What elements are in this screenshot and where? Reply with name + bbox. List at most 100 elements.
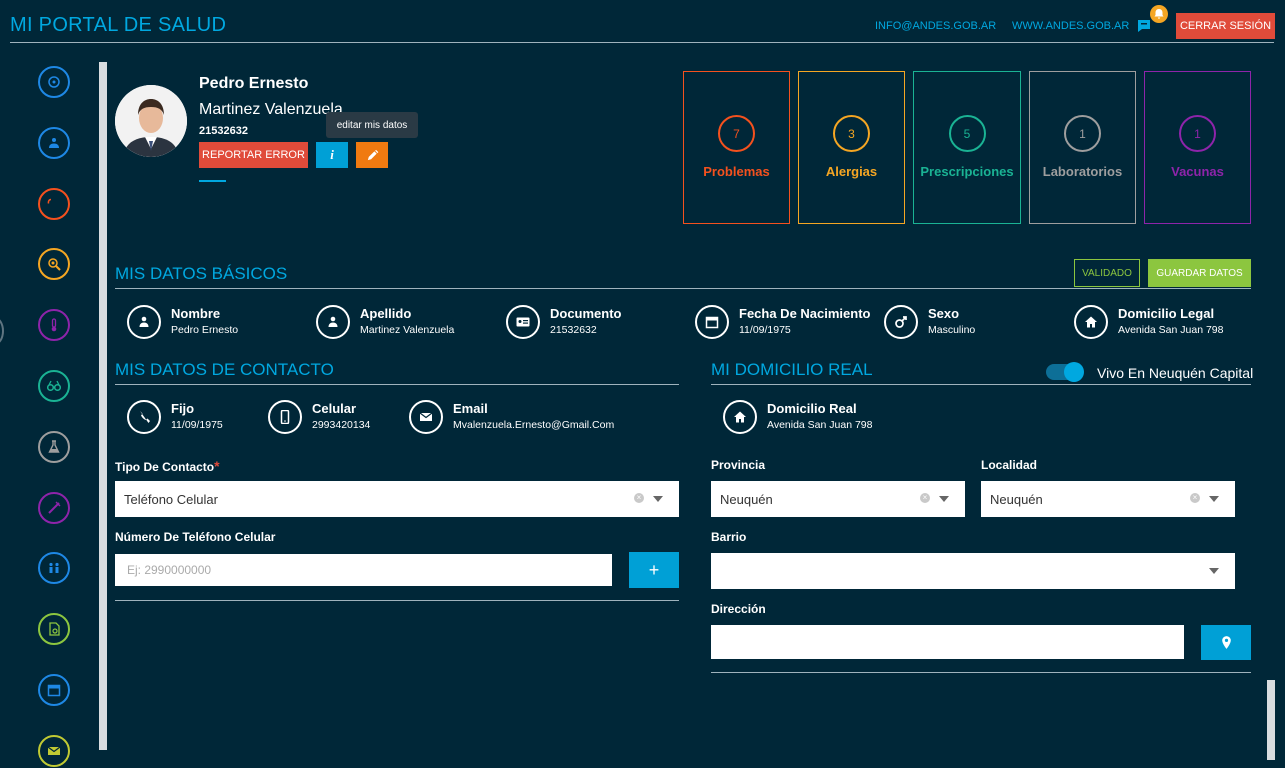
thermometer-icon [47,318,61,332]
barrio-select[interactable] [711,553,1235,589]
sidebar-item-flask[interactable] [38,430,70,463]
profile-tab-indicator [199,180,226,182]
save-data-button[interactable]: GUARDAR DATOS [1148,259,1251,287]
sidebar-item-home[interactable] [38,66,70,98]
envelope-icon [409,400,443,434]
id-card-icon [506,305,540,339]
chevron-down-icon[interactable] [1209,496,1219,502]
bell-icon[interactable] [1150,5,1168,23]
web-link[interactable]: WWW.ANDES.GOB.AR [1012,20,1129,32]
sidebar-item-calendar[interactable] [38,674,70,706]
syringe-icon [47,501,61,515]
locality-value: Neuquén [990,492,1043,507]
province-select[interactable]: Neuquén × [711,481,965,517]
address-title: MI DOMICILIO REAL [711,360,873,379]
sidebar-toggle-handle[interactable] [0,317,4,345]
info-key: Fecha De Nacimiento [739,306,871,321]
stat-card-vacunas[interactable]: 1 Vacunas [1144,71,1251,224]
real-address-value: Avenida San Juan 798 [767,419,873,431]
sidebar-item-brain[interactable] [38,187,70,220]
stat-card-problemas[interactable]: 7 Problemas [683,71,790,224]
contact-data-divider [115,384,679,385]
person-icon [127,305,161,339]
toggle-label: Vivo En Neuquén Capital [1097,365,1254,381]
locality-select[interactable]: Neuquén × [981,481,1235,517]
info-value: 11/09/1975 [171,419,223,431]
home-icon [47,75,61,89]
brain-icon [47,197,61,211]
validated-badge: VALIDADO [1074,259,1140,287]
direccion-input[interactable] [711,625,1184,659]
mail-icon [47,744,61,758]
stat-count: 3 [833,115,870,152]
stat-count: 1 [1064,115,1101,152]
chevron-down-icon[interactable] [1209,568,1219,574]
logout-button[interactable]: CERRAR SESIÓN [1176,13,1275,39]
info-value: 21532632 [550,324,597,336]
stat-label: Laboratorios [1042,164,1123,179]
chat-icon[interactable] [1137,19,1151,33]
sidebar-item-thermometer[interactable] [38,309,70,342]
info-key: Email [453,401,488,416]
info-value: Martinez Valenzuela [360,324,455,336]
email-link[interactable]: INFO@ANDES.GOB.AR [875,20,996,32]
contact-type-select[interactable]: Teléfono Celular × [115,481,679,517]
phone-icon [127,400,161,434]
contact-type-value: Teléfono Celular [124,492,218,507]
family-icon [47,561,61,575]
edit-tooltip: editar mis datos [326,112,418,138]
clear-icon[interactable]: × [1190,493,1200,503]
info-key: Documento [550,306,622,321]
info-value: Masculino [928,324,976,336]
chevron-down-icon[interactable] [653,496,663,502]
header-divider [10,42,1274,43]
real-address-item: Domicilio Real Avenida San Juan 798 [723,400,1023,434]
sidebar-item-family[interactable] [38,552,70,585]
stat-count: 5 [948,115,986,152]
left-frame-bar [99,62,107,750]
province-value: Neuquén [720,492,773,507]
scrollbar[interactable] [1267,680,1275,760]
pencil-icon [367,149,378,160]
info-value: 11/09/1975 [739,324,791,336]
stat-card-alergias[interactable]: 3 Alergias [798,71,905,224]
document-search-icon [47,622,61,636]
info-button[interactable]: i [316,142,348,168]
house-icon [1074,305,1108,339]
address-form-divider [711,672,1251,673]
basic-item-domicilio-legal: Domicilio Legal Avenida San Juan 798 [1074,305,1244,339]
stat-label: Vacunas [1171,164,1224,179]
contact-item-email: Email Mvalenzuela.Ernesto@Gmail.Com [409,400,614,434]
map-location-button[interactable] [1201,625,1251,660]
male-icon [884,305,918,339]
stat-label: Prescripciones [920,164,1014,179]
neuquen-capital-toggle[interactable] [1046,362,1084,382]
report-error-button[interactable]: REPORTAR ERROR [199,142,308,168]
brand-title: MI PORTAL DE SALUD [10,14,227,36]
info-key: Sexo [928,306,960,321]
clear-icon[interactable]: × [634,493,644,503]
sidebar-item-allergy[interactable] [38,248,70,281]
stat-card-prescripciones[interactable]: 5 Prescripciones [913,71,1021,224]
info-value: Mvalenzuela.Ernesto@Gmail.Com [453,419,615,431]
info-key: Domicilio Legal [1118,306,1215,321]
calendar-icon [695,305,729,339]
real-address-key: Domicilio Real [767,401,857,416]
top-bar: MI PORTAL DE SALUD INFO@ANDES.GOB.AR WWW… [0,0,1285,44]
stat-card-laboratorios[interactable]: 1 Laboratorios [1029,71,1136,224]
chevron-down-icon[interactable] [939,496,949,502]
province-label: Provincia [711,458,766,472]
sidebar-item-patient[interactable] [38,126,70,159]
sidebar-item-glasses[interactable] [38,370,70,402]
sidebar-item-document-search[interactable] [38,613,70,646]
add-contact-button[interactable]: + [629,552,679,588]
edit-data-button[interactable] [356,142,388,168]
basic-item-documento: Documento 21532632 [506,305,676,339]
sidebar-item-mail[interactable] [38,734,70,767]
info-value: 2993420134 [312,419,371,431]
direccion-label: Dirección [711,602,766,616]
clear-icon[interactable]: × [920,493,930,503]
basic-item-sexo: Sexo Masculino [884,305,1054,339]
sidebar-item-syringe[interactable] [38,491,70,524]
phone-input[interactable] [115,554,612,586]
